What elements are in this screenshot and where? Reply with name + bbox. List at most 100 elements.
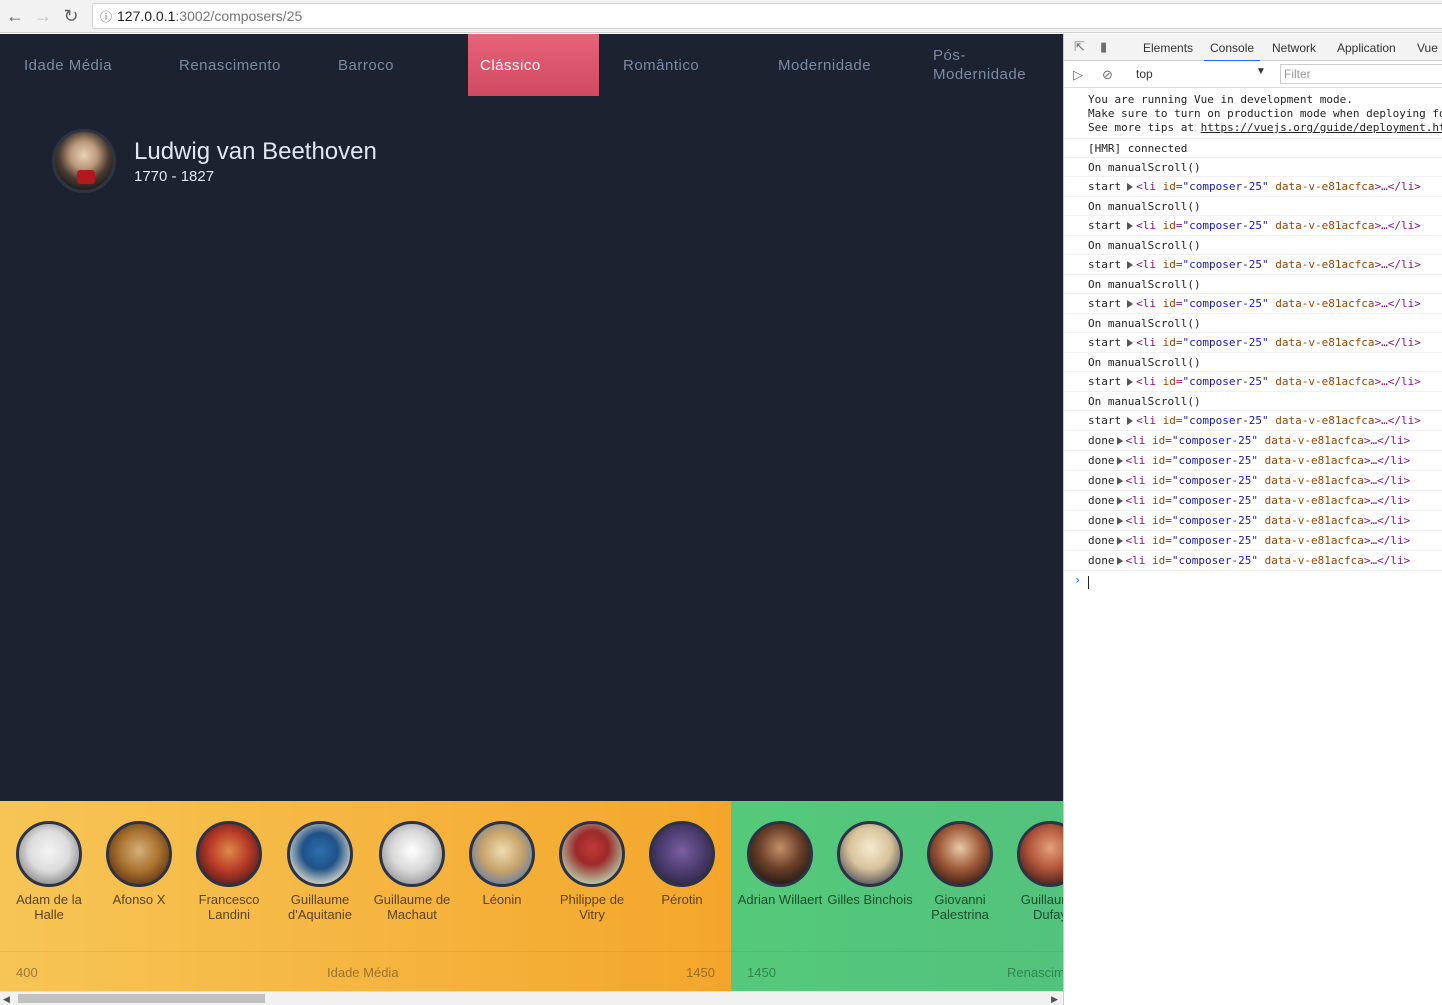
inspect-icon[interactable]: ⇱ [1074,39,1090,55]
console-element-preview[interactable]: <li id="composer-25" data-v-e81acfca>…</… [1136,297,1421,310]
console-link[interactable]: https://vuejs.org/guide/deployment.ht [1201,121,1442,134]
expand-triangle-icon[interactable] [1116,557,1123,565]
console-element-preview[interactable]: <li id="composer-25" data-v-e81acfca>…</… [1126,514,1411,527]
horizontal-scrollbar[interactable]: ◀ ▶ [0,991,1063,1005]
expand-triangle-icon[interactable] [1116,537,1123,545]
reload-button[interactable]: ↻ [58,3,84,29]
composer-card[interactable]: Guillaume d'Aquitanie [275,821,365,922]
composer-card[interactable]: Giovanni Palestrina [915,821,1005,922]
console-element-preview[interactable]: <li id="composer-25" data-v-e81acfca>…</… [1126,454,1411,467]
nav-item-classico[interactable]: Clássico [468,34,599,96]
composer-card[interactable]: Gilles Binchois [825,821,915,907]
nav-item-idade-media[interactable]: Idade Média [12,34,152,96]
filter-input[interactable]: Filter [1280,64,1442,84]
expand-triangle-icon[interactable] [1127,222,1134,230]
composer-card[interactable]: Afonso X [94,821,184,907]
nav-item-pos-modernidade[interactable]: Pós-Modernidade [921,34,1046,96]
console-element-preview[interactable]: <li id="composer-25" data-v-e81acfca>…</… [1126,434,1411,447]
composer-name: Giovanni Palestrina [931,892,989,922]
clear-console-icon[interactable]: ⊘ [1102,67,1118,83]
expand-triangle-icon[interactable] [1127,339,1134,347]
address-bar[interactable]: ⓘ 127.0.0.1:3002/composers/25 [92,3,1442,29]
console-prefix: start [1088,375,1122,388]
composer-card[interactable]: Pérotin [637,821,727,907]
console-element-preview[interactable]: <li id="composer-25" data-v-e81acfca>…</… [1126,494,1411,507]
scroll-left-icon[interactable]: ◀ [3,994,10,1005]
nav-item-romantico[interactable]: Romântico [611,34,751,96]
back-button[interactable]: ← [2,3,28,29]
console-text: On manualScroll() [1088,317,1201,330]
console-text: On manualScroll() [1088,200,1201,213]
console-prefix: start [1088,336,1122,349]
console-message: done <li id="composer-25" data-v-e81acfca… [1064,491,1442,511]
composer-card[interactable]: Philippe de Vitry [547,821,637,922]
composer-name: Afonso X [112,892,166,907]
console-attr-id: "composer-25" [1171,454,1258,467]
composer-name: Pérotin [661,892,703,907]
composer-card[interactable]: Guillaume de Machaut [367,821,457,922]
console-element-preview[interactable]: <li id="composer-25" data-v-e81acfca>…</… [1126,554,1411,567]
composer-card[interactable]: Léonin [457,821,547,907]
composer-name: Gilles Binchois [827,892,913,907]
console-prefix: start [1088,414,1122,427]
nav-item-modernidade[interactable]: Modernidade [766,34,916,96]
tab-network[interactable]: Network [1272,41,1316,55]
info-icon[interactable]: ⓘ [95,8,117,25]
composer-portrait [16,821,82,887]
composer-card[interactable]: Adam de la Halle [4,821,94,922]
nav-item-renascimento[interactable]: Renascimento [167,34,317,96]
device-toggle-icon[interactable]: ▮ [1100,39,1116,55]
console-element-preview[interactable]: <li id="composer-25" data-v-e81acfca>…</… [1136,414,1421,427]
expand-triangle-icon[interactable] [1127,417,1134,425]
console-element-preview[interactable]: <li id="composer-25" data-v-e81acfca>…</… [1136,336,1421,349]
console-prefix: done [1088,434,1115,447]
expand-triangle-icon[interactable] [1127,378,1134,386]
era-renascimento: Adrian Willaert Gilles Binchois Giovanni… [731,801,1063,991]
composer-card[interactable]: Francesco Landini [184,821,274,922]
console-attr-data: data-v-e81acfca [1264,434,1364,447]
composer-card[interactable]: Adrian Willaert [735,821,825,907]
expand-triangle-icon[interactable] [1116,497,1123,505]
scroll-right-icon[interactable]: ▶ [1051,994,1058,1005]
composer-card[interactable]: Guillaume Dufay [1005,821,1063,922]
tab-console[interactable]: Console [1203,41,1261,62]
console-element-preview[interactable]: <li id="composer-25" data-v-e81acfca>…</… [1126,534,1411,547]
composer-portrait [379,821,445,887]
composer-portrait [1017,821,1063,887]
console-attr-id: "composer-25" [1171,474,1258,487]
tab-vue[interactable]: Vue [1417,41,1438,55]
console-attr-data: data-v-e81acfca [1275,375,1375,388]
tab-application[interactable]: Application [1337,41,1396,55]
app-viewport: Idade Média Renascimento Barroco Clássic… [0,34,1063,1005]
expand-triangle-icon[interactable] [1116,517,1123,525]
console-element-preview[interactable]: <li id="composer-25" data-v-e81acfca>…</… [1126,474,1411,487]
console-element-preview[interactable]: <li id="composer-25" data-v-e81acfca>…</… [1136,375,1421,388]
scrollbar-thumb[interactable] [18,994,265,1003]
console-prompt[interactable]: › [1064,571,1442,591]
expand-triangle-icon[interactable] [1116,437,1123,445]
expand-triangle-icon[interactable] [1116,457,1123,465]
console-element-preview[interactable]: <li id="composer-25" data-v-e81acfca>…</… [1136,258,1421,271]
console-text: On manualScroll() [1088,239,1201,252]
console-attr-id: "composer-25" [1182,258,1269,271]
tab-elements[interactable]: Elements [1143,41,1193,55]
nav-item-barroco[interactable]: Barroco [326,34,446,96]
console-message: done <li id="composer-25" data-v-e81acfca… [1064,511,1442,531]
expand-triangle-icon[interactable] [1127,183,1134,191]
composer-name: Léonin [482,892,522,907]
expand-triangle-icon[interactable] [1116,477,1123,485]
expand-triangle-icon[interactable] [1127,261,1134,269]
forward-button[interactable]: → [30,3,56,29]
console-element-preview[interactable]: <li id="composer-25" data-v-e81acfca>…</… [1136,219,1421,232]
composer-years: 1770 - 1827 [134,167,215,185]
sidebar-toggle-icon[interactable]: ▷ [1073,67,1089,83]
expand-triangle-icon[interactable] [1127,300,1134,308]
console-element-preview[interactable]: <li id="composer-25" data-v-e81acfca>…</… [1136,180,1421,193]
console-message: [HMR] connected [1064,139,1442,158]
console-attr-data: data-v-e81acfca [1275,258,1375,271]
context-selector[interactable]: top [1136,67,1153,81]
console-prefix: done [1088,514,1115,527]
chevron-down-icon[interactable]: ▼ [1256,66,1266,77]
console-attr-id: "composer-25" [1171,554,1258,567]
console-attr-data: data-v-e81acfca [1264,474,1364,487]
